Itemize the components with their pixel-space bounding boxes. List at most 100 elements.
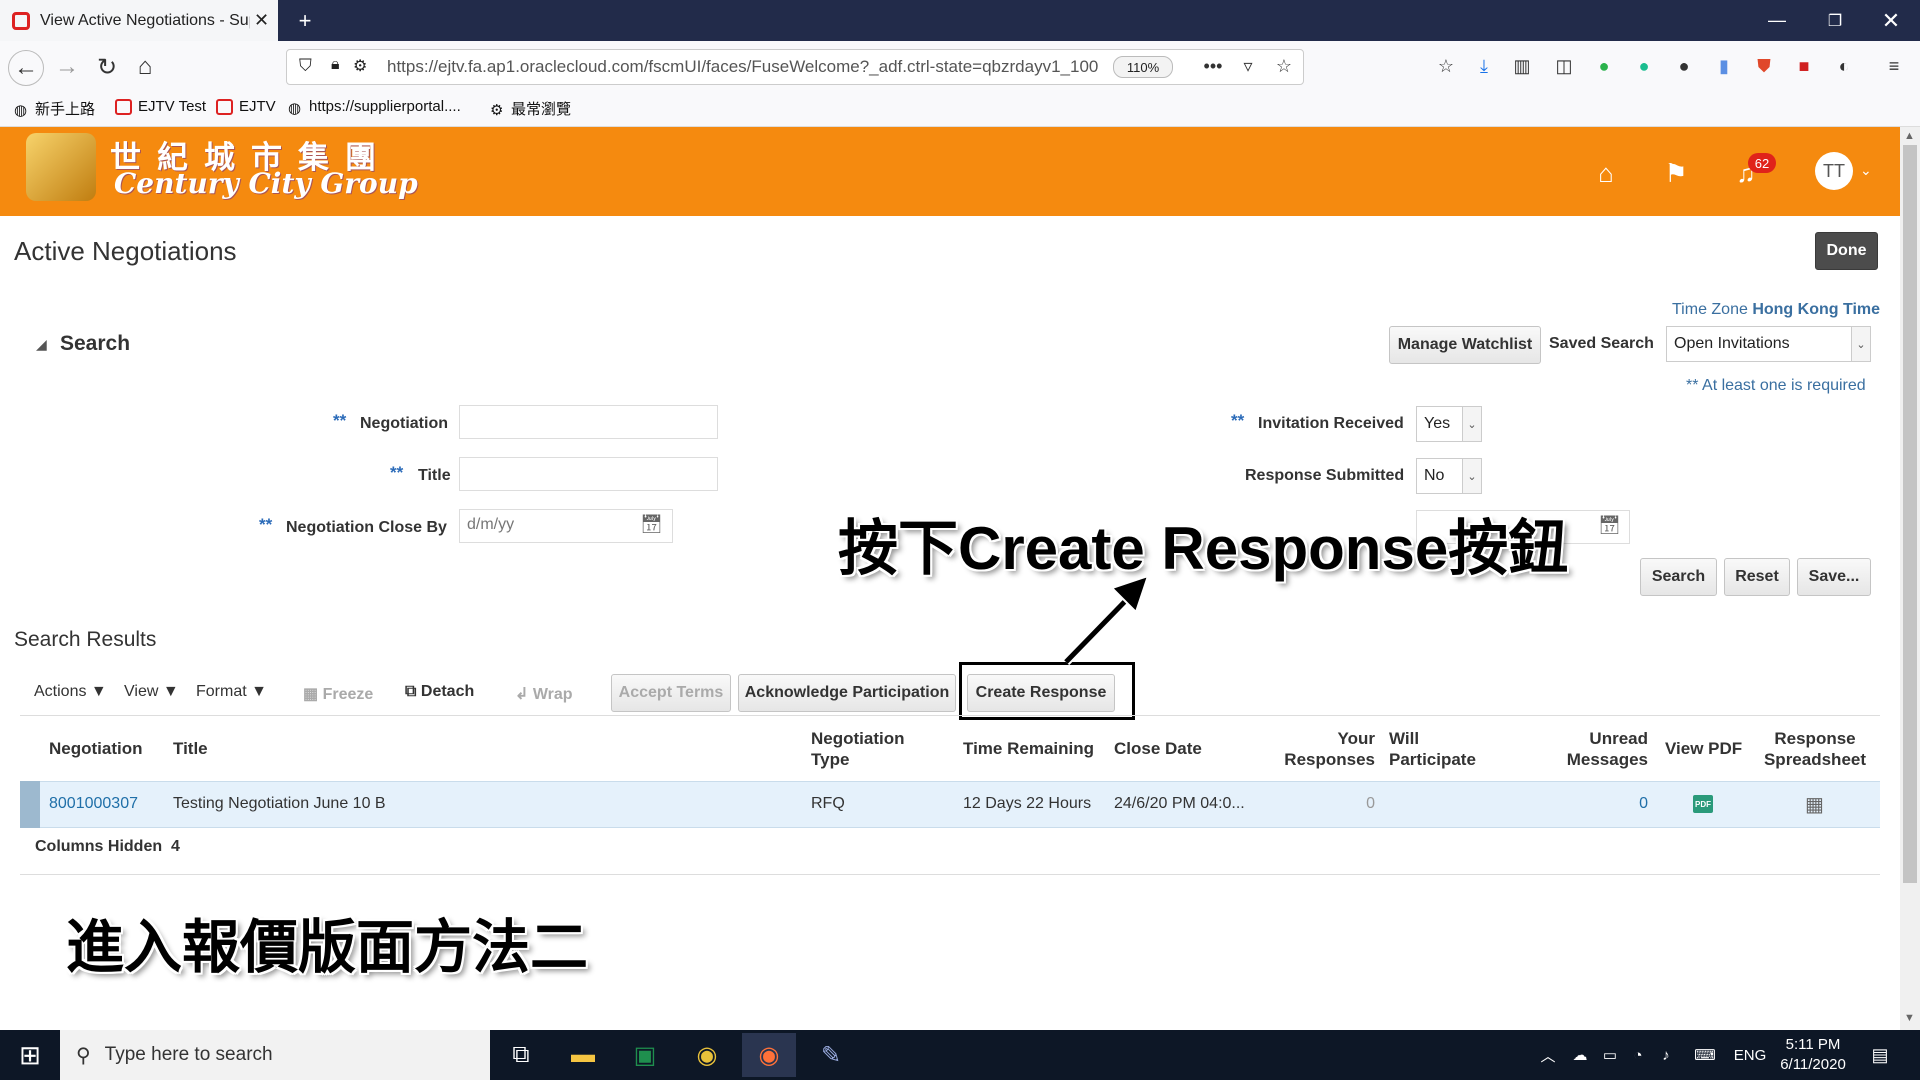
minimize-icon[interactable]: —: [1752, 0, 1802, 41]
taskbar-clock[interactable]: 5:11 PM 6/11/2020: [1776, 1030, 1850, 1080]
negotiation-link[interactable]: 8001000307: [49, 795, 138, 813]
bookmark-getting-started[interactable]: ◍ 新手上路: [14, 98, 95, 119]
row-selector[interactable]: [20, 781, 40, 828]
oracle-favicon-icon: [115, 98, 132, 115]
menu-icon[interactable]: ≡: [1880, 52, 1908, 80]
home-nav-icon[interactable]: ⌂: [1588, 155, 1624, 191]
watchlist-flag-icon[interactable]: ⚑: [1658, 155, 1694, 191]
view-menu[interactable]: View ▼: [124, 683, 179, 701]
column-header-view-pdf[interactable]: View PDF: [1665, 738, 1742, 759]
column-header-time-remaining[interactable]: Time Remaining: [963, 738, 1094, 759]
bookmark-ejtv[interactable]: EJTV: [216, 98, 276, 115]
bookmark-ejtv-test[interactable]: EJTV Test: [115, 98, 206, 115]
column-header-response-spreadsheet[interactable]: Response Spreadsheet: [1760, 728, 1870, 770]
manage-watchlist-button[interactable]: Manage Watchlist: [1389, 326, 1541, 364]
user-menu-chevron-icon[interactable]: ⌄: [1860, 162, 1872, 179]
extension-pdf-icon[interactable]: ■: [1790, 52, 1818, 80]
close-tab-icon[interactable]: ✕: [254, 10, 269, 31]
keyboard-icon[interactable]: ⌨: [1688, 1030, 1722, 1080]
saved-search-select[interactable]: Open Invitations ⌄: [1666, 326, 1871, 362]
shield-icon[interactable]: ⛉: [299, 56, 312, 76]
paint-icon[interactable]: ✎: [804, 1033, 858, 1077]
bookmark-star-icon[interactable]: ☆: [1270, 52, 1298, 80]
chevron-down-icon[interactable]: ⌄: [1462, 459, 1481, 493]
firefox-icon[interactable]: ◉: [742, 1033, 796, 1077]
view-pdf-icon[interactable]: PDF: [1693, 795, 1713, 813]
scroll-up-icon[interactable]: ▲: [1904, 130, 1915, 142]
windows-start-icon[interactable]: ⊞: [0, 1030, 60, 1080]
wifi-icon[interactable]: ◔: [1626, 1030, 1650, 1080]
actions-menu[interactable]: Actions ▼: [34, 683, 107, 701]
column-header-will-participate[interactable]: Will Participate: [1389, 728, 1476, 770]
extension-check-icon[interactable]: ●: [1590, 52, 1618, 80]
file-explorer-icon[interactable]: ▬: [556, 1033, 610, 1077]
library-icon[interactable]: ▥: [1508, 52, 1536, 80]
format-menu[interactable]: Format ▼: [196, 683, 267, 701]
column-header-negotiation[interactable]: Negotiation: [49, 738, 143, 759]
column-header-unread-messages[interactable]: Unread Messages: [1548, 728, 1648, 770]
extension-bookmark-icon[interactable]: ▮: [1710, 52, 1738, 80]
calendar-icon[interactable]: 📅︎: [1598, 515, 1621, 536]
bookmark-most-visited[interactable]: ⚙ 最常瀏覽: [490, 98, 571, 119]
detach-button[interactable]: ⧉ Detach: [405, 683, 474, 701]
grammarly-icon[interactable]: ●: [1630, 52, 1658, 80]
invitation-received-select[interactable]: Yes ⌄: [1416, 406, 1482, 442]
notifications-center-icon[interactable]: ▤: [1862, 1030, 1898, 1080]
reset-button[interactable]: Reset: [1724, 558, 1790, 596]
tray-chevron-up-icon[interactable]: ︿: [1536, 1030, 1560, 1080]
wrap-button[interactable]: ↲ Wrap: [515, 684, 573, 704]
save-search-button[interactable]: Save...: [1797, 558, 1871, 596]
response-submitted-select[interactable]: No ⌄: [1416, 458, 1482, 494]
home-icon[interactable]: ⌂: [128, 50, 162, 84]
chevron-down-icon[interactable]: ⌄: [1851, 327, 1870, 361]
chrome-icon[interactable]: ◉: [680, 1033, 734, 1077]
taskbar-search-box[interactable]: ⚲ Type here to search: [60, 1030, 490, 1080]
column-header-your-responses[interactable]: Your Responses: [1270, 728, 1375, 770]
calendar-icon[interactable]: 📅︎: [640, 514, 663, 535]
spreadsheet-icon[interactable]: ▦: [1805, 792, 1824, 817]
close-window-icon[interactable]: ✕: [1866, 0, 1916, 41]
company-logo[interactable]: [26, 133, 96, 201]
accept-terms-button[interactable]: Accept Terms: [611, 674, 731, 712]
column-header-negotiation-type[interactable]: Negotiation Type: [811, 728, 905, 770]
page-actions-icon[interactable]: •••: [1199, 52, 1227, 80]
account-icon[interactable]: ●: [1670, 52, 1698, 80]
extension-shield-icon[interactable]: ⛊: [1750, 52, 1778, 80]
reading-list-icon[interactable]: ☆: [1432, 52, 1460, 80]
search-section-title[interactable]: Search: [60, 332, 130, 356]
freeze-button[interactable]: ▦ Freeze: [303, 684, 373, 704]
search-button[interactable]: Search: [1640, 558, 1717, 596]
page-scrollbar-thumb[interactable]: [1903, 145, 1917, 883]
done-button[interactable]: Done: [1815, 232, 1878, 270]
row-unread-messages[interactable]: 0: [1620, 795, 1648, 813]
back-icon[interactable]: ←: [8, 50, 44, 86]
onedrive-icon[interactable]: ☁: [1566, 1030, 1594, 1080]
chevron-down-icon[interactable]: ⌄: [1462, 407, 1481, 441]
excel-icon[interactable]: ▣: [618, 1033, 672, 1077]
bookmark-supplierportal[interactable]: ◍ https://supplierportal....: [288, 98, 461, 117]
task-view-icon[interactable]: ⧉: [494, 1033, 548, 1077]
forward-icon[interactable]: →: [50, 50, 84, 84]
permissions-icon[interactable]: ⚙: [353, 56, 367, 76]
download-icon[interactable]: ⤓: [1470, 52, 1498, 80]
sidebar-icon[interactable]: ◫: [1550, 52, 1578, 80]
pocket-icon[interactable]: ▿: [1234, 52, 1262, 80]
zoom-level[interactable]: 110%: [1113, 56, 1173, 78]
column-header-title[interactable]: Title: [173, 738, 208, 759]
extension-mask-icon[interactable]: ◐: [1830, 52, 1858, 80]
collapse-triangle-icon[interactable]: ◢: [36, 336, 47, 353]
lock-icon[interactable]: 🔒︎: [331, 56, 340, 74]
restore-icon[interactable]: ❐: [1810, 0, 1860, 41]
battery-icon[interactable]: ▭: [1598, 1030, 1622, 1080]
volume-icon[interactable]: ♪: [1654, 1030, 1678, 1080]
column-header-close-date[interactable]: Close Date: [1114, 738, 1202, 759]
acknowledge-participation-button[interactable]: Acknowledge Participation: [738, 674, 956, 712]
scroll-down-icon[interactable]: ▼: [1904, 1012, 1915, 1024]
browser-tab[interactable]: View Active Negotiations - Sup ✕: [0, 0, 278, 41]
user-avatar[interactable]: TT: [1815, 152, 1853, 190]
title-input[interactable]: [459, 457, 718, 491]
language-indicator[interactable]: ENG: [1730, 1030, 1770, 1080]
new-tab-icon[interactable]: +: [280, 0, 330, 41]
negotiation-input[interactable]: [459, 405, 718, 439]
reload-icon[interactable]: ↻: [90, 50, 124, 84]
